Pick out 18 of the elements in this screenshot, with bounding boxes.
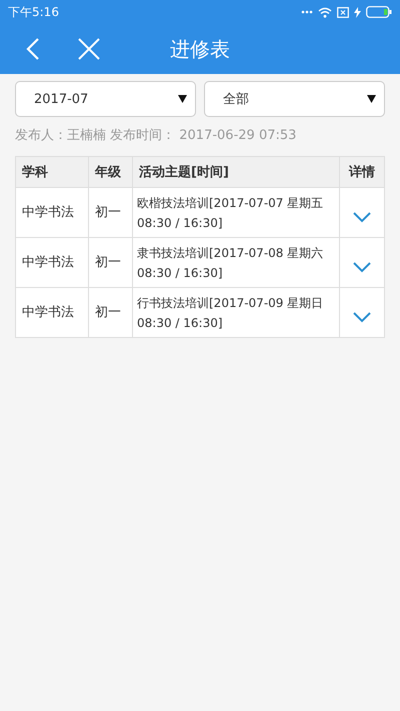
table-cell: 中学书法 [16,238,88,288]
column-header: 年级 [88,156,132,188]
table-cell: 初一 [88,188,132,238]
status-time: 下午5:16 [8,4,59,20]
table-cell: 中学书法 [16,188,88,238]
table-cell: 隶书技法培训[2017-07-08 星期六 08:30 / 16:30] [132,238,340,288]
column-header: 活动主题[时间] [132,156,340,188]
table-cell: 欧楷技法培训[2017-07-07 星期五 08:30 / 16:30] [132,188,340,238]
column-header: 详情 [340,156,384,188]
table-cell: 中学书法 [16,288,88,338]
table-cell: 初一 [88,238,132,288]
filter-dropdown[interactable]: 2017-07 [15,81,196,117]
page-title: 进修表 [170,36,230,60]
publish-info: 发布人：王楠楠 发布时间： 2017-06-29 07:53 [14,127,298,144]
table-cell: 行书技法培训[2017-07-09 星期日 08:30 / 16:30] [132,288,340,338]
table-cell: 初一 [88,288,132,338]
column-header: 学科 [16,156,88,188]
filter-dropdown[interactable]: 全部 [204,81,385,117]
